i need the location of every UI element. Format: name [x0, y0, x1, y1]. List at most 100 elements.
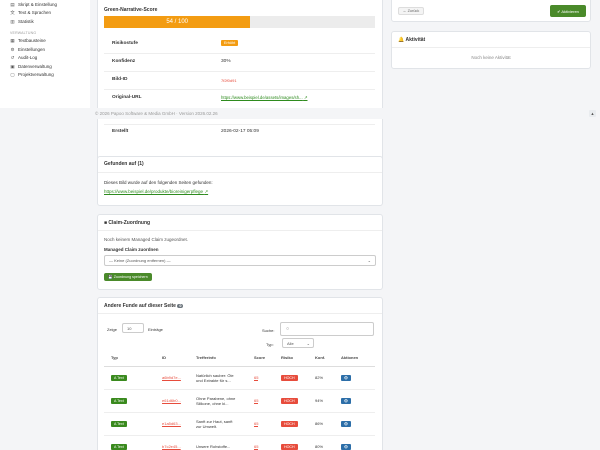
divider: [104, 71, 375, 72]
divider: [104, 53, 375, 54]
sidebar-item-projects[interactable]: ▢ Projektverwaltung: [0, 71, 90, 80]
scroll-top-button[interactable]: ▲: [589, 110, 596, 117]
translate-icon: 文: [10, 10, 15, 16]
column-header[interactable]: Konf.: [315, 350, 341, 367]
eye-icon: 👁: [343, 444, 349, 449]
sidebar-top-items: ▤ Skript & Einstellung 文 Text & Sprachen ▥…: [0, 0, 90, 26]
risk-level-badge: Erhöht: [221, 40, 239, 46]
row-confidence: 80%: [315, 444, 324, 449]
row-score: 65: [254, 444, 259, 450]
sidebar-item-data[interactable]: ▣ Datenverwaltung: [0, 62, 90, 71]
original-url-link[interactable]: https://www.beispiel.de/assets/images/sh…: [221, 95, 308, 101]
eye-icon: 👁: [343, 375, 349, 380]
row-confidence: 86%: [315, 421, 324, 426]
column-header[interactable]: Typ: [104, 350, 154, 367]
score-progress-bar: 54 / 100: [104, 16, 375, 28]
score-card-title: Green-Narrative-Score: [104, 7, 158, 13]
bookmark-icon: ■: [104, 220, 108, 226]
sidebar: ▤ Skript & Einstellung 文 Text & Sprachen ▥…: [0, 0, 90, 115]
view-button[interactable]: 👁: [341, 420, 351, 427]
sidebar-item-label: Skript & Einstellung: [18, 1, 58, 7]
script-icon: ▤: [10, 1, 15, 7]
back-button[interactable]: ← Zurück: [398, 7, 424, 15]
row-info-line: Unsere Rohstoffe...: [196, 444, 231, 449]
count-badge: 0: [177, 304, 184, 308]
activity-divider: [392, 47, 590, 48]
risk-badge: HOCH: [281, 421, 298, 427]
chart-icon: ▥: [10, 18, 15, 24]
other-finds-table: Typ ID Trefferinfo Score Risiko Konf. Ak…: [104, 350, 375, 450]
found-on-title: Gefunden auf (1): [104, 161, 144, 167]
image-id-value: 7f2f0d91: [221, 78, 237, 83]
entries-label: Einträge: [148, 327, 163, 332]
created-label: Erstellt: [112, 129, 129, 134]
score-progress-fill: 54 / 100: [104, 16, 251, 28]
sidebar-item-statistics[interactable]: ▥ Statistik: [0, 17, 90, 26]
column-header[interactable]: ID: [154, 350, 196, 367]
confidence-label: Konfidenz: [112, 59, 136, 64]
row-id-link[interactable]: e1a5d63...: [162, 421, 181, 426]
divider: [104, 89, 375, 90]
sidebar-item-label: Text & Sprachen: [18, 10, 52, 16]
row-id-link[interactable]: b7c2e45...: [162, 444, 181, 449]
score-progress-label: 54 / 100: [166, 19, 188, 25]
risk-badge: HOCH: [281, 375, 298, 381]
sidebar-item-label: Textbausteine: [18, 38, 46, 44]
table-row: A Text b7c2e45... Unsere Rohstoffe... 65 HOC…: [104, 435, 375, 450]
claim-select-value: — Keine (Zuordnung entfernen) —: [109, 258, 171, 263]
row-id-link[interactable]: e61d6b0...: [162, 398, 181, 403]
sidebar-item-label: Einstellungen: [18, 46, 46, 52]
divider: [104, 124, 375, 125]
sidebar-item-settings[interactable]: ⚙ Einstellungen: [0, 45, 90, 54]
page-size-value: 10: [127, 325, 132, 331]
sidebar-item-audit-log[interactable]: ↺ Audit-Log: [0, 54, 90, 63]
show-label: Zeige: [107, 327, 118, 332]
search-label: Suche:: [262, 328, 275, 333]
save-claim-button[interactable]: 💾 Zuordnung speichern: [104, 273, 152, 281]
table-row: A Text e1a5d63... Sanft zur Haut, sanft zur…: [104, 412, 375, 436]
sidebar-item-text-blocks[interactable]: ▦ Textbausteine: [0, 37, 90, 46]
sidebar-item-label: Audit-Log: [18, 55, 38, 61]
sidebar-item-script[interactable]: ▤ Skript & Einstellung: [0, 0, 90, 9]
type-badge: A Text: [111, 444, 127, 450]
external-link-icon: ↗: [204, 189, 209, 194]
eye-icon: 👁: [343, 398, 349, 403]
page-size-select[interactable]: 10: [122, 323, 144, 333]
found-on-divider: [98, 172, 382, 173]
footer-copyright: © 2026 Papoo Software & Media GmbH · Ver…: [95, 111, 218, 116]
column-header[interactable]: Risiko: [281, 350, 315, 367]
type-filter-select[interactable]: Alle ⌄: [282, 338, 314, 348]
view-button[interactable]: 👁: [341, 374, 351, 381]
project-icon: ▢: [10, 72, 15, 78]
chevron-down-icon: ⌄: [367, 258, 371, 263]
eye-icon: 👁: [343, 421, 349, 426]
column-header[interactable]: Trefferinfo: [196, 350, 254, 367]
type-badge: A Text: [111, 398, 127, 404]
claim-title: ■ Claim-Zuordnung: [104, 220, 150, 226]
activity-empty-text: Noch keine Aktivität: [471, 55, 511, 60]
risk-badge: HOCH: [281, 398, 298, 404]
sidebar-item-texts[interactable]: 文 Text & Sprachen: [0, 9, 90, 18]
view-button[interactable]: 👁: [341, 443, 351, 450]
search-input[interactable]: ○: [280, 322, 374, 336]
row-confidence: 94%: [315, 398, 324, 403]
claim-select[interactable]: — Keine (Zuordnung entfernen) — ⌄: [104, 255, 376, 266]
row-info-line: Silikone, ohne ki...: [196, 400, 229, 406]
type-badge: A Text: [111, 421, 127, 427]
search-icon: ○: [286, 326, 290, 332]
sidebar-item-label: Statistik: [18, 18, 34, 24]
view-button[interactable]: 👁: [341, 397, 351, 404]
table-header-row: Typ ID Trefferinfo Score Risiko Konf. Ak…: [104, 350, 375, 367]
row-info-line: und Extrakte für s...: [196, 377, 231, 383]
type-filter-value: Alle: [287, 340, 294, 346]
row-id-link[interactable]: a6b9d7e...: [162, 375, 181, 380]
original-url-text: https://www.beispiel.de/assets/images/sh…: [221, 95, 303, 100]
activate-button[interactable]: ✔ Aktivieren: [550, 5, 586, 17]
found-on-intro: Dieses Bild wurde auf den folgenden Seit…: [104, 180, 213, 185]
column-header[interactable]: Score: [254, 350, 281, 367]
footer-bar: [0, 108, 600, 119]
sidebar-item-label: Datenverwaltung: [18, 63, 52, 69]
row-score: 65: [254, 398, 259, 404]
column-header[interactable]: Aktionen: [341, 350, 375, 367]
found-on-link[interactable]: https://www.beispiel.de/produkte/biorein…: [104, 189, 208, 195]
